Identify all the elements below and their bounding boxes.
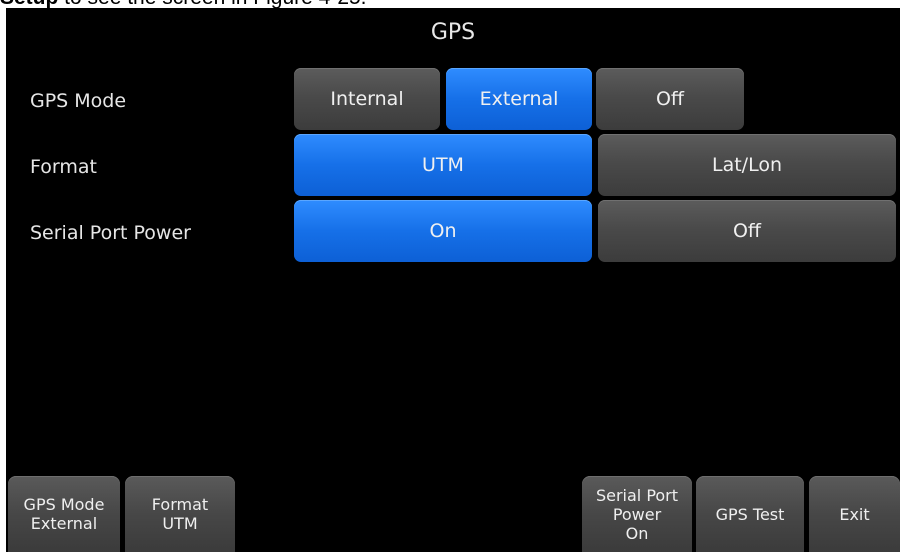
- softkey-serial-line2: Power: [612, 504, 662, 524]
- format-label: Format: [30, 156, 97, 178]
- softkey-gps-mode-line1: GPS Mode: [23, 495, 105, 514]
- softkey-gps-test-label: GPS Test: [715, 504, 785, 524]
- softkey-format-line1: Format: [151, 495, 209, 514]
- gps-setup-screen: GPS GPS Mode Internal External Off Forma…: [6, 8, 900, 552]
- softkey-serial-port-power[interactable]: Serial Port Power On: [582, 476, 692, 552]
- serial-port-power-off-button[interactable]: Off: [598, 200, 896, 262]
- softkey-gps-test[interactable]: GPS Test: [696, 476, 804, 552]
- softkey-exit-label: Exit: [839, 504, 870, 524]
- gps-mode-internal-button[interactable]: Internal: [294, 68, 440, 130]
- serial-port-power-on-button[interactable]: On: [294, 200, 592, 262]
- gps-mode-off-button[interactable]: Off: [596, 68, 744, 130]
- softkey-exit[interactable]: Exit: [809, 476, 900, 552]
- softkey-format[interactable]: Format UTM: [125, 476, 235, 552]
- softkey-gps-mode-line2: External: [30, 514, 98, 533]
- gps-mode-label: GPS Mode: [30, 90, 127, 112]
- softkey-gps-mode[interactable]: GPS Mode External: [8, 476, 120, 552]
- gps-mode-external-button[interactable]: External: [446, 68, 592, 130]
- screen-title: GPS: [430, 20, 476, 45]
- format-utm-button[interactable]: UTM: [294, 134, 592, 196]
- softkey-serial-line1: Serial Port: [595, 485, 679, 505]
- softkey-serial-line3: On: [625, 523, 649, 543]
- softkey-format-line2: UTM: [162, 514, 198, 533]
- serial-port-power-label: Serial Port Power: [30, 222, 191, 244]
- format-latlon-button[interactable]: Lat/Lon: [598, 134, 896, 196]
